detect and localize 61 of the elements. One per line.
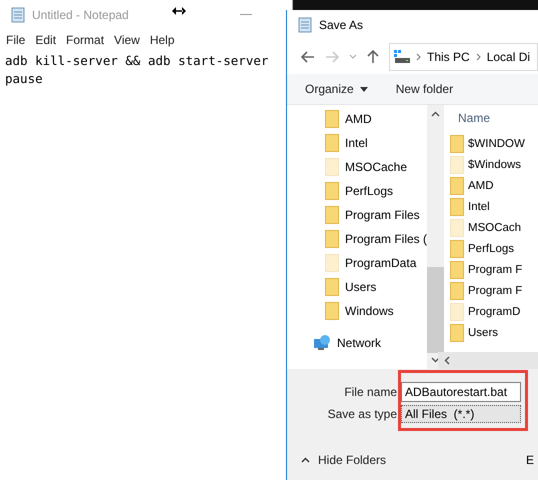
file-row[interactable]: Program F xyxy=(438,280,538,301)
file-row[interactable]: PerfLogs xyxy=(438,238,538,259)
scroll-down-icon[interactable] xyxy=(431,357,440,363)
text-line: pause xyxy=(5,70,44,88)
notepad-icon xyxy=(10,7,26,23)
folder-item[interactable]: Users xyxy=(287,275,428,299)
dialog-title: Save As xyxy=(319,18,364,32)
column-header[interactable]: Name xyxy=(438,105,538,133)
menu-item[interactable]: View xyxy=(114,33,140,47)
file-type-dropdown[interactable]: All Files (*.*) xyxy=(401,405,521,423)
scroll-left-icon[interactable] xyxy=(444,356,450,365)
file-row[interactable]: $Windows xyxy=(438,154,538,175)
field-label: Save as type xyxy=(326,407,397,421)
resize-cursor-icon xyxy=(172,7,186,15)
file-name-field[interactable]: ADBautorestart.bat xyxy=(401,382,521,402)
file-row[interactable]: AMD xyxy=(438,175,538,196)
file-row[interactable]: $WINDOW xyxy=(438,133,538,154)
file-row[interactable]: MSOCach xyxy=(438,217,538,238)
network-item[interactable]: Network xyxy=(287,331,428,355)
folder-item[interactable]: MSOCache xyxy=(287,155,428,179)
minimize-icon[interactable] xyxy=(240,14,252,16)
breadcrumb-item[interactable]: This PC xyxy=(427,50,470,64)
field-label: File name xyxy=(343,385,397,399)
folder-item[interactable]: Windows xyxy=(287,299,428,323)
menu-item[interactable]: Edit xyxy=(35,33,56,47)
menu-item[interactable]: File xyxy=(6,33,26,47)
folder-item[interactable]: ProgramData xyxy=(287,251,428,275)
scrollbar-thumb[interactable] xyxy=(427,267,444,353)
caret-icon xyxy=(360,86,368,92)
up-arrow-icon[interactable] xyxy=(367,50,379,64)
hide-folders-button[interactable]: Hide Folders xyxy=(301,453,386,467)
address-bar[interactable]: This PC Local Di xyxy=(389,43,538,71)
chevron-right-icon xyxy=(416,53,421,61)
new-folder-button[interactable]: New folder xyxy=(396,82,454,96)
file-row[interactable]: Program F xyxy=(438,259,538,280)
file-row[interactable]: ProgramD xyxy=(438,301,538,322)
chevron-up-icon xyxy=(301,457,310,463)
folder-item[interactable]: Program Files ( xyxy=(287,227,428,251)
folder-item[interactable]: AMD xyxy=(287,107,428,131)
forward-arrow-icon[interactable] xyxy=(325,51,339,63)
network-icon xyxy=(313,335,331,351)
folder-item[interactable]: Intel xyxy=(287,131,428,155)
chevron-right-icon xyxy=(476,53,481,61)
text-line: adb kill-server && adb start-server xyxy=(5,52,270,70)
notepad-icon xyxy=(297,17,313,33)
back-arrow-icon[interactable] xyxy=(301,51,315,63)
menu-item[interactable]: Format xyxy=(66,33,104,47)
window-title: Untitled - Notepad xyxy=(32,8,129,22)
drive-icon xyxy=(394,50,410,64)
scroll-up-icon[interactable] xyxy=(431,111,440,117)
horizontal-scrollbar[interactable] xyxy=(438,352,538,369)
folder-item[interactable]: PerfLogs xyxy=(287,179,428,203)
scrollbar[interactable] xyxy=(427,105,444,369)
chevron-down-icon[interactable] xyxy=(349,54,357,60)
file-row[interactable]: Intel xyxy=(438,196,538,217)
encoding-label: E xyxy=(526,453,534,467)
folder-item[interactable]: Program Files xyxy=(287,203,428,227)
file-row[interactable]: Users xyxy=(438,322,538,343)
breadcrumb-item[interactable]: Local Di xyxy=(486,50,530,64)
menu-item[interactable]: Help xyxy=(150,33,175,47)
organize-button[interactable]: Organize xyxy=(305,82,368,96)
